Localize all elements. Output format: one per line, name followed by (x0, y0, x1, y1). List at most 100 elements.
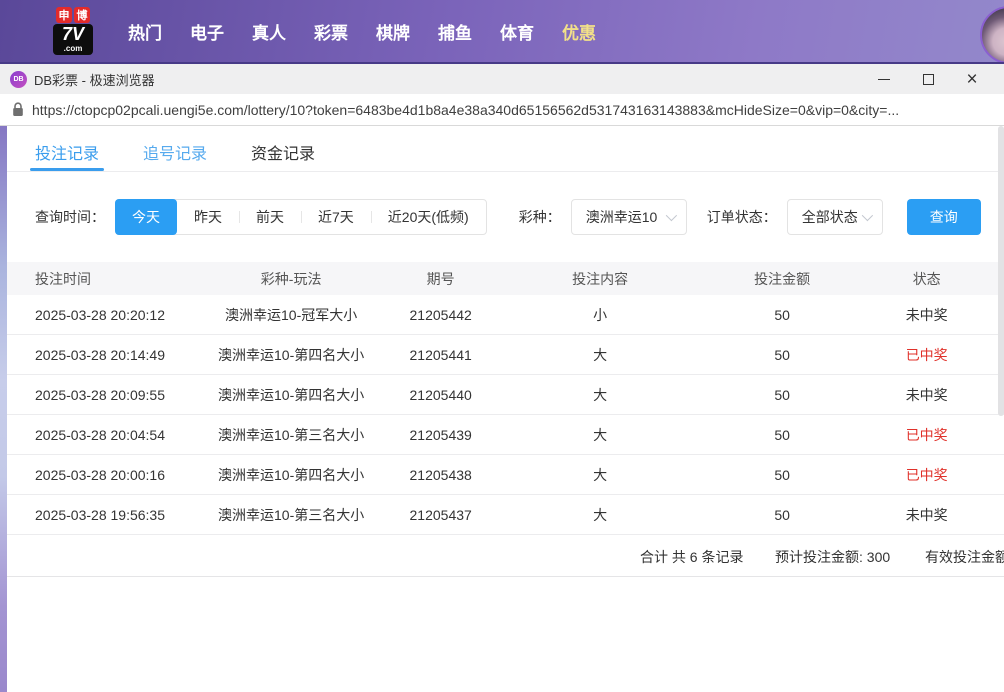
close-icon: × (966, 68, 978, 90)
bet-amount-cell: 50 (774, 306, 790, 323)
maximize-button[interactable] (906, 64, 950, 94)
issue-number-cell: 21205441 (409, 346, 472, 363)
column-header-投注内容: 投注内容 (572, 270, 629, 287)
logo-main-block: 7V .com (53, 24, 93, 55)
browser-viewport: 投注记录 追号记录 资金记录 查询时间： 今天 昨天 前天 近7天 近20天(低频) 彩种：… (0, 126, 1004, 692)
status-cell: 已中奖 (905, 466, 948, 483)
lottery-select[interactable]: 澳洲幸运10 (570, 199, 687, 235)
time-filter-group: 今天 昨天 前天 近7天 近20天(低频) (115, 199, 487, 235)
nav-item-电子[interactable]: 电子 (190, 19, 224, 44)
minimize-icon (878, 78, 890, 80)
issue-number-cell: 21205440 (409, 386, 472, 403)
site-nav-items: 热门 电子 真人 彩票 棋牌 捕鱼 体育 优惠 (128, 19, 596, 44)
filter-bar: 查询时间： 今天 昨天 前天 近7天 近20天(低频) 彩种： 澳洲幸运10 订单状态：… (7, 199, 1004, 235)
game-play-cell: 澳洲幸运10-冠军大小 (225, 306, 358, 323)
lottery-records-page: 投注记录 追号记录 资金记录 查询时间： 今天 昨天 前天 近7天 近20天(低频) 彩种：… (7, 126, 1004, 692)
bet-content-cell: 小 (593, 306, 608, 323)
table-row: 2025-03-28 19:56:35 澳洲幸运10-第三名大小 21205437 大… (7, 495, 1004, 535)
user-avatar[interactable] (980, 6, 1004, 62)
tab-投注记录[interactable]: 投注记录 (29, 140, 105, 171)
site-nav-bar: 申 博 7V .com 热门 电子 真人 彩票 棋牌 捕鱼 体育 优惠 (0, 0, 1004, 62)
nav-item-真人[interactable]: 真人 (252, 19, 286, 44)
nav-item-棋牌[interactable]: 棋牌 (376, 19, 410, 44)
bet-time-cell: 2025-03-28 20:14:49 (35, 346, 165, 363)
game-play-cell: 澳洲幸运10-第四名大小 (218, 346, 365, 363)
maximize-icon (922, 73, 934, 85)
browser-titlebar: DB DB彩票 - 极速浏览器 × (0, 62, 1004, 94)
column-header-状态: 状态 (912, 270, 941, 287)
order-status-label: 订单状态： (706, 209, 777, 225)
table-row: 2025-03-28 20:09:55 澳洲幸运10-第四名大小 21205440 大… (7, 375, 1004, 415)
issue-number-cell: 21205437 (409, 506, 472, 523)
close-button[interactable]: × (950, 64, 994, 94)
time-option-近20天(低频)[interactable]: 近20天(低频) (370, 200, 486, 234)
search-button[interactable]: 查询 (906, 199, 981, 235)
status-cell: 未中奖 (905, 506, 948, 523)
bet-amount-cell: 50 (774, 466, 790, 483)
column-header-投注金额: 投注金额 (754, 270, 811, 287)
time-option-前天[interactable]: 前天 (239, 200, 301, 234)
total-records-text: 合计 共 6 条记录 (640, 549, 744, 565)
time-option-昨天[interactable]: 昨天 (177, 200, 239, 234)
time-option-今天[interactable]: 今天 (115, 199, 177, 235)
url-bar[interactable]: https://ctopcp02pcali.uengi5e.com/lotter… (0, 94, 1004, 126)
bet-content-cell: 大 (593, 466, 608, 483)
lottery-filter-label: 彩种： (518, 209, 561, 225)
tab-资金记录[interactable]: 资金记录 (251, 140, 315, 171)
issue-number-cell: 21205439 (409, 426, 472, 443)
bet-time-cell: 2025-03-28 20:20:12 (35, 306, 165, 323)
bet-records-table: 投注时间 彩种-玩法 期号 投注内容 投注金额 状态 2025-03-28 20:20:1… (7, 262, 1004, 535)
bet-time-cell: 2025-03-28 20:00:16 (35, 466, 165, 483)
table-row: 2025-03-28 20:14:49 澳洲幸运10-第四名大小 21205441 大… (7, 335, 1004, 375)
logo-red-tiles: 申 博 (56, 7, 90, 23)
table-row: 2025-03-28 20:20:12 澳洲幸运10-冠军大小 21205442 小 5… (7, 295, 1004, 335)
logo-tile-right: 博 (74, 7, 90, 23)
table-row: 2025-03-28 20:04:54 澳洲幸运10-第三名大小 21205439 大… (7, 415, 1004, 455)
nav-item-优惠[interactable]: 优惠 (562, 19, 596, 44)
status-cell: 已中奖 (905, 426, 948, 443)
logo-tile-left: 申 (56, 7, 72, 23)
bet-amount-cell: 50 (774, 426, 790, 443)
logo-com-text: .com (63, 44, 83, 53)
time-option-近7天[interactable]: 近7天 (301, 200, 371, 234)
tab-追号记录[interactable]: 追号记录 (143, 140, 207, 171)
browser-app-icon: DB (10, 70, 27, 88)
site-logo[interactable]: 申 博 7V .com (44, 7, 102, 55)
minimize-button[interactable] (862, 64, 906, 94)
game-play-cell: 澳洲幸运10-第三名大小 (218, 426, 365, 443)
page-scrollbar[interactable] (998, 126, 1004, 416)
game-play-cell: 澳洲幸运10-第四名大小 (218, 466, 365, 483)
table-header-row: 投注时间 彩种-玩法 期号 投注内容 投注金额 状态 (7, 262, 1004, 295)
url-text[interactable]: https://ctopcp02pcali.uengi5e.com/lotter… (32, 102, 899, 118)
column-header-期号: 期号 (426, 270, 455, 287)
window-controls: × (862, 64, 994, 94)
status-cell: 未中奖 (905, 306, 948, 323)
game-play-cell: 澳洲幸运10-第四名大小 (218, 386, 365, 403)
nav-item-彩票[interactable]: 彩票 (314, 19, 348, 44)
logo-7v-text: 7V (61, 24, 85, 44)
order-status-select[interactable]: 全部状态 (786, 199, 883, 235)
table-row: 2025-03-28 20:00:16 澳洲幸运10-第四名大小 21205438 大… (7, 455, 1004, 495)
valid-amount-text: 有效投注金额 (925, 549, 1004, 565)
nav-item-捕鱼[interactable]: 捕鱼 (438, 19, 472, 44)
bet-amount-cell: 50 (774, 506, 790, 523)
bet-time-cell: 2025-03-28 20:09:55 (35, 386, 165, 403)
status-cell: 未中奖 (905, 386, 948, 403)
window-title: DB彩票 - 极速浏览器 (34, 72, 155, 88)
lottery-select-value: 澳洲幸运10 (585, 209, 658, 225)
column-header-彩种-玩法: 彩种-玩法 (260, 270, 322, 287)
desktop-edge-sliver (0, 126, 7, 692)
nav-item-热门[interactable]: 热门 (128, 19, 162, 44)
nav-item-体育[interactable]: 体育 (500, 19, 534, 44)
padlock-icon (12, 102, 24, 117)
game-play-cell: 澳洲幸运10-第三名大小 (218, 506, 365, 523)
chevron-down-icon (861, 209, 873, 222)
bet-content-cell: 大 (593, 346, 608, 363)
bet-content-cell: 大 (593, 386, 608, 403)
bet-amount-cell: 50 (774, 386, 790, 403)
status-cell: 已中奖 (905, 346, 948, 363)
order-status-value: 全部状态 (801, 209, 858, 225)
bet-time-cell: 2025-03-28 19:56:35 (35, 506, 165, 523)
issue-number-cell: 21205438 (409, 466, 472, 483)
issue-number-cell: 21205442 (409, 306, 472, 323)
